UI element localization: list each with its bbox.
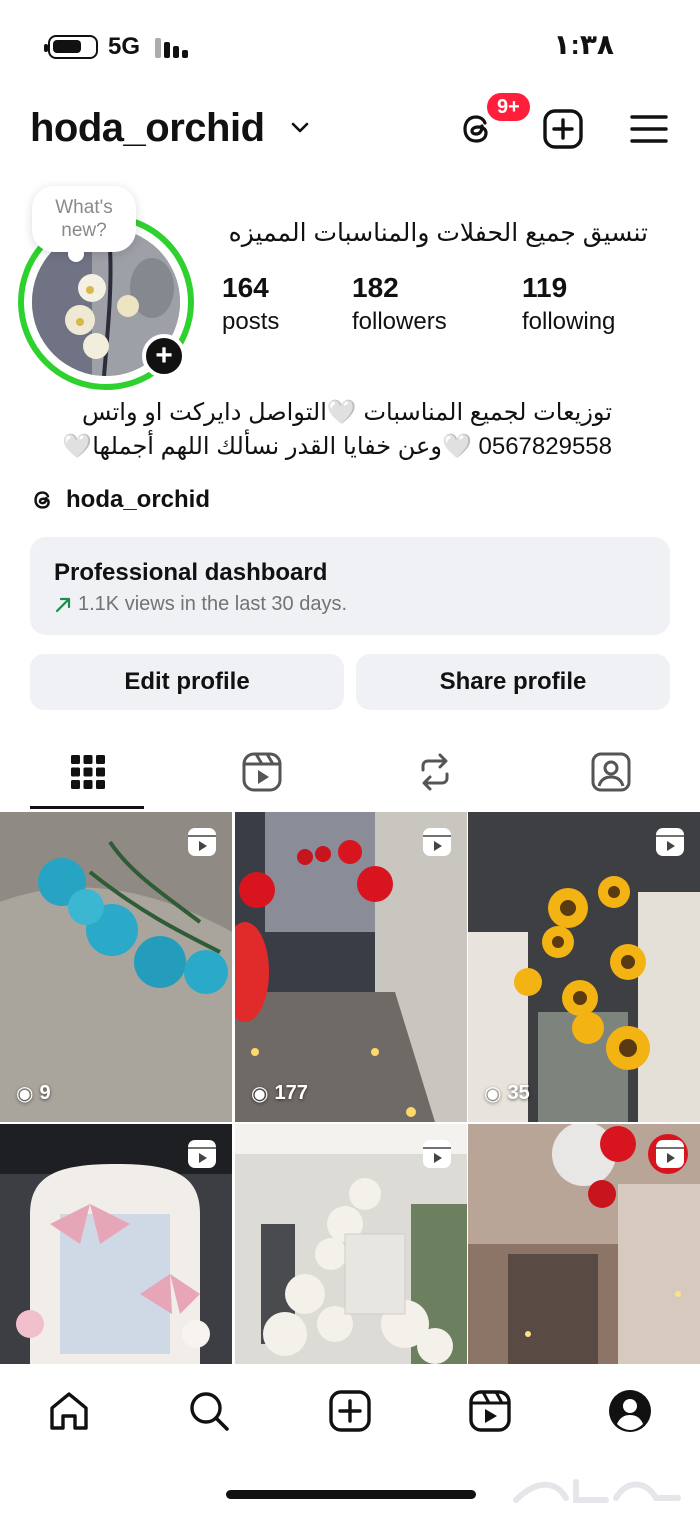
menu-icon[interactable] [628,108,670,150]
eye-icon: ◉ [484,1083,502,1105]
dashboard-views-text: 1.1K views in the last 30 days. [78,593,348,615]
profile-tabs [0,740,700,812]
eye-icon: ◉ [16,1083,34,1105]
reel-icon [188,828,216,856]
eye-icon: ◉ [251,1083,269,1105]
home-icon[interactable] [46,1388,92,1434]
network-type: 5G [108,33,141,60]
profile-icon[interactable] [607,1388,653,1434]
post-tile[interactable] [0,1124,232,1364]
view-count: ◉ 35 [484,1082,530,1105]
post-tile[interactable]: ◉ 177 [235,812,467,1122]
professional-dashboard[interactable]: Professional dashboard 1.1K views in the… [30,537,670,635]
tab-reels-icon[interactable] [240,750,284,794]
tab-tagged-icon[interactable] [589,750,633,794]
reel-icon [656,828,684,856]
signal-icon [155,36,191,58]
view-count: ◉ 177 [251,1082,308,1105]
threads-profile-link[interactable]: hoda_orchid [30,484,210,516]
notification-badge: 9+ [484,90,533,124]
tab-grid-icon[interactable] [66,750,110,794]
bio-line: توزيعات لجميع المناسبات 🤍التواصل دايركت … [82,399,612,426]
status-bar: 5G ١:٣٨ [0,0,700,90]
create-post-icon[interactable] [542,108,584,150]
bio-line: 0567829558 🤍وعن خفايا القدر نسألك اللهم … [62,433,612,460]
followers-label: followers [352,308,447,335]
note-bubble[interactable]: What's new? [32,186,136,262]
post-tile[interactable]: ◉ 35 [468,812,700,1122]
post-thumbnail [468,812,700,1122]
post-tile[interactable]: ◉ 9 [0,812,232,1122]
reel-icon [188,1140,216,1168]
bottom-navigation [0,1364,700,1460]
watermark-logo [513,1479,681,1503]
dashboard-title: Professional dashboard [54,559,328,586]
active-tab-indicator [30,806,144,809]
post-grid: ◉ 9 ◉ 177 ◉ 35 [0,812,700,1364]
status-time: ١:٣٨ [553,29,614,60]
display-name: تنسيق جميع الحفلات والمناسبات المميزه [228,219,648,247]
posts-label: posts [222,308,280,335]
search-icon[interactable] [186,1388,232,1434]
tab-reposts-icon[interactable] [413,750,457,794]
followers-count: 182 [352,272,399,303]
dashboard-subtitle: 1.1K views in the last 30 days. [54,593,646,616]
threads-icon [34,491,50,509]
following-count: 119 [522,272,568,303]
home-indicator[interactable] [226,1490,476,1499]
chevron-down-icon[interactable] [290,120,310,136]
reels-icon[interactable] [467,1388,513,1434]
reel-icon [423,828,451,856]
reel-icon [656,1140,684,1168]
post-thumbnail [235,812,467,1122]
post-thumbnail [0,812,232,1122]
posts-count: 164 [222,272,269,303]
profile-header: hoda_orchid 9+ [0,90,700,170]
reel-icon [423,1140,451,1168]
posts-stat[interactable]: 164 posts [222,272,279,336]
create-icon[interactable] [327,1388,373,1434]
view-count: ◉ 9 [16,1082,51,1105]
following-stat[interactable]: 119 following [522,272,615,336]
following-label: following [522,308,616,335]
post-tile[interactable] [468,1124,700,1364]
followers-stat[interactable]: 182 followers [352,272,447,336]
share-profile-button[interactable]: Share profile [356,654,670,710]
post-tile[interactable] [235,1124,467,1364]
trend-up-icon [55,597,71,612]
add-story-button[interactable]: + [142,334,186,378]
bio: توزيعات لجميع المناسبات 🤍التواصل دايركت … [12,396,612,464]
edit-profile-button[interactable]: Edit profile [30,654,344,710]
threads-handle: hoda_orchid [66,486,211,513]
username-switcher[interactable]: hoda_orchid [30,106,265,151]
battery-icon [44,35,98,59]
